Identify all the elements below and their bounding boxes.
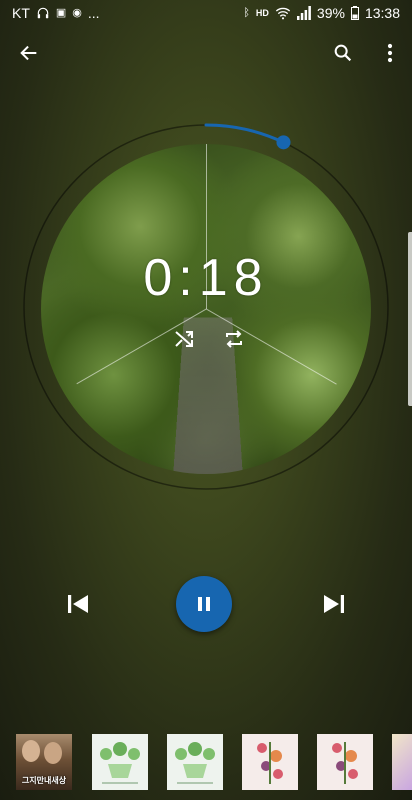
album-cover-illustration (100, 742, 140, 784)
progress-arc (204, 123, 285, 144)
carrier-label: KT (12, 5, 30, 21)
arrow-back-icon (20, 45, 37, 61)
previous-button[interactable] (62, 588, 94, 620)
status-right: ᛒ HD 39% 13:38 (243, 5, 400, 21)
notification-icon: ◉ (72, 6, 82, 19)
search-icon (334, 44, 352, 62)
shuffle-icon (175, 331, 193, 347)
progress-thumb[interactable] (276, 135, 291, 150)
skip-next-icon (324, 595, 344, 613)
play-pause-button[interactable] (176, 576, 232, 632)
playback-controls (0, 576, 412, 632)
status-left: KT ▣ ◉ ... (12, 5, 100, 21)
queue-item[interactable] (242, 734, 298, 790)
elapsed-time: 0:18 (143, 249, 269, 307)
search-button[interactable] (326, 36, 360, 70)
queue-item[interactable] (392, 734, 412, 790)
signal-icon (296, 6, 311, 20)
status-overflow: ... (87, 5, 100, 21)
album-cover-face (44, 742, 62, 764)
notification-icon: ▣ (55, 6, 67, 19)
album-art: 0:18 (41, 144, 371, 474)
next-button[interactable] (318, 588, 350, 620)
queue-item[interactable] (92, 734, 148, 790)
queue-item[interactable]: 그지만내새상 (16, 734, 72, 790)
queue-strip: 그지만내새상 (0, 734, 412, 792)
album-disc: 0:18 (21, 122, 391, 492)
side-handle[interactable] (408, 232, 412, 406)
shuffle-button[interactable] (167, 322, 201, 356)
status-bar: KT ▣ ◉ ... ᛒ HD 39% 13:38 (0, 0, 412, 26)
back-button[interactable] (12, 36, 46, 70)
battery-percent: 39% (316, 5, 345, 21)
album-cover-illustration (175, 742, 215, 784)
queue-item[interactable] (317, 734, 373, 790)
repeat-button[interactable] (217, 322, 251, 356)
album-cover-illustration (257, 742, 283, 784)
album-cover-illustration (332, 742, 358, 784)
wifi-icon (275, 7, 291, 20)
bluetooth-icon: ᛒ (243, 6, 250, 19)
more-options-button[interactable] (373, 36, 407, 70)
pause-icon (198, 597, 210, 611)
battery-icon (350, 6, 359, 20)
more-vert-icon (387, 43, 393, 63)
repeat-icon (226, 330, 242, 348)
headphones-icon (37, 7, 49, 19)
album-cover-face (22, 740, 40, 762)
skip-previous-icon (68, 595, 88, 613)
queue-item[interactable] (167, 734, 223, 790)
hd-voice-icon: HD (255, 7, 269, 18)
clock: 13:38 (364, 5, 400, 21)
queue-item-label: 그지만내새상 (21, 776, 67, 785)
toolbar (0, 32, 412, 74)
